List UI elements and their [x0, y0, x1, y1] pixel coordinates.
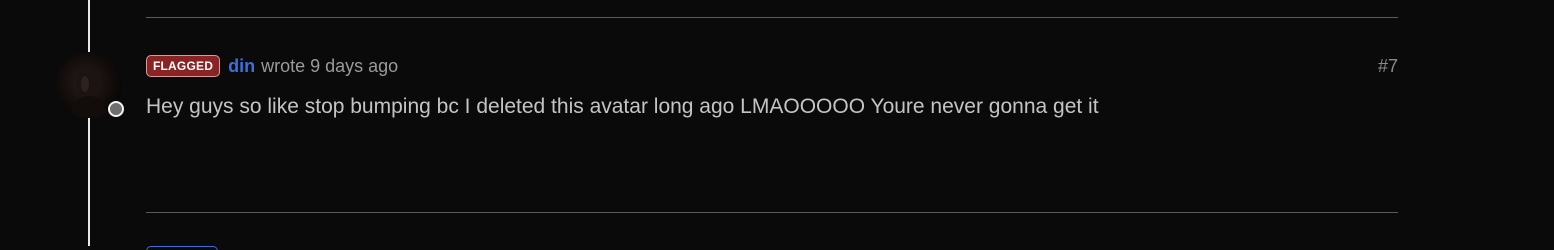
divider-bottom — [146, 212, 1398, 213]
comment-thread: FLAGGED din wrote 9 days ago #7 Hey guys… — [0, 0, 1554, 250]
post-header: FLAGGED din wrote 9 days ago — [146, 53, 398, 79]
author-link[interactable]: din — [228, 56, 255, 77]
post-number-link[interactable]: #7 — [1378, 56, 1398, 77]
post-body: Hey guys so like stop bumping bc I delet… — [146, 95, 1099, 118]
next-post-badge — [146, 246, 218, 250]
thread-line — [88, 0, 90, 246]
status-dot-icon — [108, 101, 124, 117]
post-timestamp: wrote 9 days ago — [261, 55, 399, 76]
flagged-badge: FLAGGED — [146, 55, 221, 77]
divider-top — [146, 17, 1398, 18]
